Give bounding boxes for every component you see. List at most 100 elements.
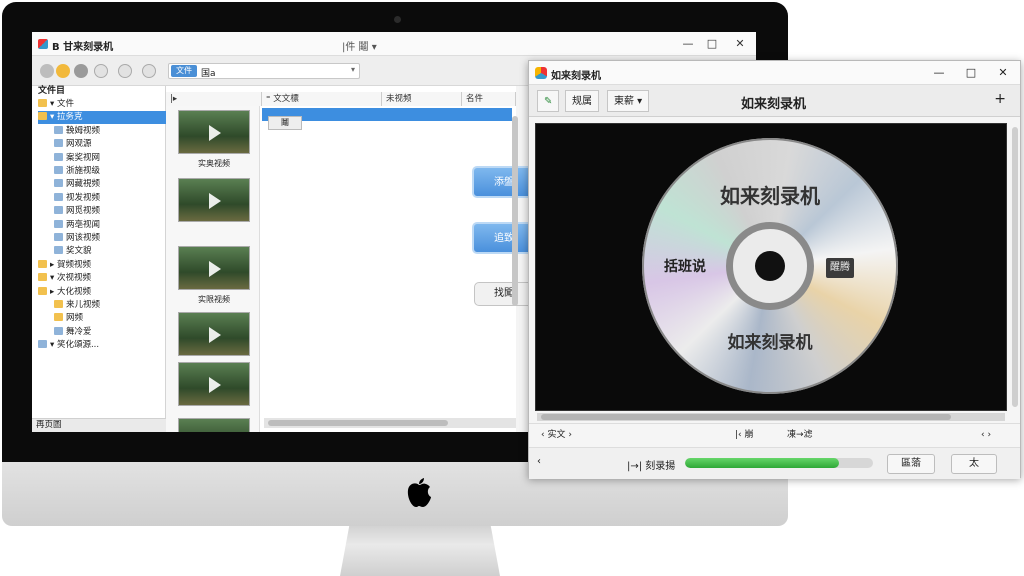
info-right[interactable]: ‹ › [981, 424, 991, 446]
tree-item-label: 案奖视网 [66, 152, 101, 163]
burner-heading: 如来刻录机 [741, 97, 807, 112]
append-button[interactable]: 追致 [472, 222, 536, 254]
tab-dropdown[interactable]: 東薪 ▾ [607, 90, 650, 112]
tree-item[interactable]: 网该视频 [54, 232, 164, 245]
vertical-scrollbar[interactable] [512, 116, 518, 306]
thumbnail-label: 实限视频 [198, 295, 230, 304]
tree-item[interactable]: ▾ 笑化頌源... [38, 339, 148, 352]
tree-item[interactable]: 鞔姆视频 [54, 125, 164, 138]
tree-item[interactable]: 网频 [54, 312, 164, 325]
tree-item[interactable]: 案奖视网 [54, 152, 164, 165]
edit-icon[interactable] [94, 64, 108, 78]
tree-item[interactable]: 网观源 [54, 138, 164, 151]
play-icon[interactable] [209, 327, 221, 343]
media-icon [54, 166, 63, 174]
media-icon [38, 340, 47, 349]
chevron-left-icon[interactable]: ‹ [537, 456, 541, 467]
disc-top-text: 如来刻录机 [720, 184, 820, 208]
scroll-thumb[interactable] [541, 414, 951, 420]
drag-item[interactable]: 鬮 [268, 116, 302, 130]
video-thumbnail[interactable] [178, 312, 250, 356]
stop-icon[interactable] [74, 64, 88, 78]
tree-item[interactable]: 奖文貌 [54, 245, 164, 258]
minimize-button[interactable]: — [678, 36, 698, 52]
disc-hole [755, 251, 785, 281]
folder-icon [38, 99, 47, 107]
apple-logo-icon [407, 478, 431, 507]
burner-window: 如来刻录机 — □ ✕ ✎ 规属 東薪 ▾ 如来刻录机 + 如来刻录机 括班说 … [528, 60, 1021, 479]
media-icon [54, 246, 63, 255]
tree-item[interactable]: 网觅视频 [54, 205, 164, 218]
video-thumbnail[interactable] [178, 110, 250, 154]
tree-item[interactable]: 浙施视级 [54, 165, 164, 178]
tree-item[interactable]: 舞冷爱 [54, 326, 164, 339]
burner-toolbar: ✎ 规属 東薪 ▾ 如来刻录机 + [529, 85, 1020, 117]
tree-item-label: 来儿视频 [66, 300, 101, 310]
add-icon[interactable]: + [994, 91, 1006, 107]
home-icon[interactable] [56, 64, 70, 78]
video-thumbnail[interactable] [178, 418, 250, 432]
edit-icon[interactable]: ✎ [537, 90, 560, 112]
tree-item[interactable]: 两亳视闻 [54, 219, 164, 232]
app-logo-icon [38, 39, 48, 49]
close-button[interactable]: ✕ [730, 36, 750, 52]
folder-icon [38, 112, 47, 121]
tree-item[interactable]: ▾ 文件 [38, 98, 148, 111]
tree-item[interactable]: 网藏視频 [54, 178, 164, 191]
address-bar[interactable]: 文件 国a ▾ [168, 63, 360, 79]
stop-button[interactable]: 太 [951, 454, 997, 474]
tree-item[interactable]: ▸ 賀频视频 [38, 259, 148, 272]
folder-icon [38, 286, 47, 295]
progress-fill [685, 458, 840, 468]
tree-item[interactable]: 视发视频 [54, 192, 164, 205]
tree-item-label: 视发视频 [66, 192, 101, 203]
chevron-down-icon[interactable]: ▾ [351, 65, 355, 74]
find-button[interactable]: 找闖 [474, 282, 534, 306]
tree-item[interactable]: ▾ 拉务克 [38, 111, 168, 125]
main-titlebar: B 甘来刻录机 |件 鬮 ▾ — □ ✕ [32, 32, 756, 56]
column-header[interactable]: 未视频 [382, 92, 462, 106]
tree-item[interactable]: ▾ 次视视频 [38, 272, 148, 285]
disc-preview: 如来刻录机 括班说 醒腾 如来刻录机 [535, 123, 1007, 411]
disc-hub [726, 222, 814, 310]
scroll-thumb[interactable] [268, 420, 448, 426]
play-icon[interactable] [209, 193, 221, 209]
burn-button[interactable]: 區蕍 [887, 454, 935, 474]
info-left[interactable]: ‹ 实文 › [541, 424, 572, 446]
burner-titlebar: 如来刻录机 — □ ✕ [529, 61, 1020, 85]
add-button[interactable]: 添盤 [472, 166, 536, 198]
status-bar: ‹ |→| 刻录揚 區蕍 太 [529, 447, 1020, 479]
tree-item-label: ▾ 拉务克 [50, 112, 83, 123]
back-icon[interactable] [40, 64, 54, 78]
close-button[interactable]: ✕ [993, 65, 1013, 81]
tree-item-label: ▾ 文件 [50, 99, 74, 109]
column-header[interactable]: |▸ [166, 92, 262, 106]
main-menu[interactable]: |件 鬮 ▾ [342, 38, 377, 53]
horizontal-scrollbar[interactable] [264, 418, 516, 428]
maximize-button[interactable]: □ [702, 36, 722, 52]
tab-settings[interactable]: 规属 [565, 90, 599, 112]
column-header[interactable]: ⁼ 文文標 [262, 92, 382, 106]
maximize-button[interactable]: □ [961, 65, 981, 81]
column-header[interactable]: 名件 [462, 92, 516, 106]
thumbnail-label: 实奥视频 [198, 159, 230, 168]
refresh-icon[interactable] [118, 64, 132, 78]
tree-item[interactable]: ▸ 大化视频 [38, 286, 148, 299]
burn-status-label: |→| 刻录揚 [627, 461, 676, 472]
play-icon[interactable] [209, 261, 221, 277]
disc-image: 如来刻录机 括班说 醒腾 如来刻录机 [642, 138, 898, 394]
address-text: 国a [201, 69, 216, 79]
tree-item-label: 两亳视闻 [66, 219, 101, 230]
preview-horizontal-scrollbar[interactable] [537, 413, 1005, 421]
preview-vertical-scrollbar[interactable] [1012, 127, 1018, 407]
media-icon [54, 219, 63, 228]
tree-item[interactable]: 来儿视频 [54, 299, 164, 312]
video-thumbnail[interactable] [178, 178, 250, 222]
play-icon[interactable] [209, 125, 221, 141]
minimize-button[interactable]: — [929, 65, 949, 81]
video-thumbnail[interactable] [178, 362, 250, 406]
video-thumbnail[interactable] [178, 246, 250, 290]
play-icon[interactable] [209, 377, 221, 393]
desktop: B 甘来刻录机 |件 鬮 ▾ — □ ✕ 文件 国a ▾ 文件目 ▾ 文件 ▾ 拉… [0, 0, 1024, 576]
settings-icon[interactable] [142, 64, 156, 78]
